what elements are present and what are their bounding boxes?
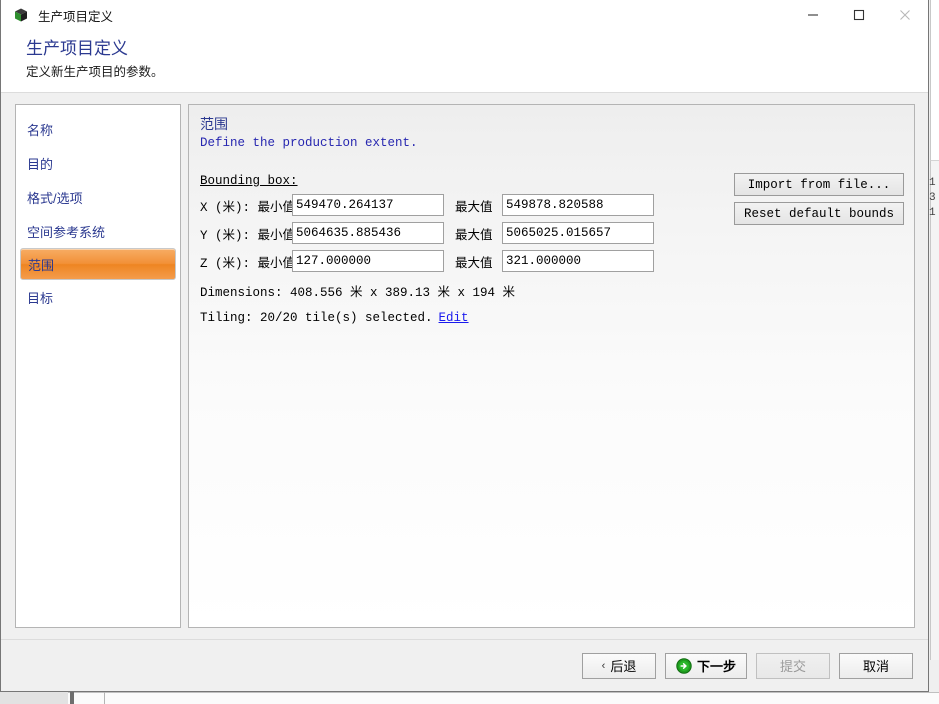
cancel-button[interactable]: 取消 [839,653,913,679]
background-window-right-top [930,0,939,160]
bounding-box-row-z: Z (米): 最小值 最大值 [200,250,902,272]
reset-default-bounds-button[interactable]: Reset default bounds [734,202,904,225]
background-divider-secondary [104,692,105,704]
z-min-input[interactable] [292,250,444,272]
panel-subtitle: Define the production extent. [200,134,902,152]
bounding-box-row-y: Y (米): 最小值 最大值 [200,222,902,244]
production-definition-dialog: 生产项目定义 生产项目定义 定义新生产项目的参数。 名称 目的 [0,0,929,692]
maximize-button[interactable] [836,0,882,30]
sidebar-item-format-options[interactable]: 格式/选项 [16,180,180,214]
window-controls [790,0,928,30]
page-subtitle: 定义新生产项目的参数。 [26,62,928,82]
sidebar-item-purpose[interactable]: 目的 [16,146,180,180]
x-min-input[interactable] [292,194,444,216]
background-window-right-body [930,160,939,660]
extent-side-buttons: Import from file... Reset default bounds [734,173,904,225]
sidebar-item-label: 范围 [28,255,54,274]
sidebar-item-label: 格式/选项 [27,188,83,207]
sidebar-item-label: 空间参考系统 [27,222,105,241]
minimize-button[interactable] [790,0,836,30]
chevron-left-icon: ‹ [602,660,606,672]
back-button-label: 后退 [610,656,636,675]
max-label-x: 最大值 [444,196,502,215]
sidebar-item-label: 名称 [27,120,53,139]
title-bar: 生产项目定义 [1,0,928,30]
sidebar-item-spatial-reference-system[interactable]: 空间参考系统 [16,214,180,248]
dimensions-text: Dimensions: 408.556 米 x 389.13 米 x 194 米 [200,281,902,300]
window-title: 生产项目定义 [38,6,113,25]
back-button[interactable]: ‹ 后退 [582,653,656,679]
extent-panel: 范围 Define the production extent. Boundin… [188,104,915,628]
background-window-bottom-strip [0,692,939,704]
dialog-header: 生产项目定义 定义新生产项目的参数。 [1,30,928,93]
y-min-input[interactable] [292,222,444,244]
background-taskbar-tab [0,692,68,704]
tiling-row: Tiling: 20/20 tile(s) selected. Edit [200,311,902,325]
axis-label-z: Z (米): 最小值 [200,252,292,271]
cube-icon [12,6,30,24]
dialog-body: 名称 目的 格式/选项 空间参考系统 范围 目标 范围 Define the p… [1,93,928,628]
max-label-y: 最大值 [444,224,502,243]
max-label-z: 最大值 [444,252,502,271]
page-title: 生产项目定义 [26,36,928,62]
close-button[interactable] [882,0,928,30]
sidebar-item-label: 目标 [27,288,53,307]
tiling-edit-link[interactable]: Edit [439,311,469,325]
submit-button: 提交 [756,653,830,679]
sidebar-item-target[interactable]: 目标 [16,280,180,314]
axis-label-y: Y (米): 最小值 [200,224,292,243]
z-max-input[interactable] [502,250,654,272]
y-max-input[interactable] [502,222,654,244]
wizard-step-sidebar: 名称 目的 格式/选项 空间参考系统 范围 目标 [15,104,181,628]
next-button[interactable]: 下一步 [665,653,747,679]
import-from-file-button[interactable]: Import from file... [734,173,904,196]
sidebar-item-name[interactable]: 名称 [16,112,180,146]
next-arrow-icon [676,658,692,674]
axis-label-x: X (米): 最小值 [200,196,292,215]
dialog-footer: ‹ 后退 下一步 提交 取消 [1,639,928,691]
background-text-fragment: 1 3 1 [929,176,936,221]
next-button-label: 下一步 [697,656,736,675]
sidebar-item-label: 目的 [27,154,53,173]
panel-title: 范围 [200,114,902,134]
background-divider [70,692,74,704]
x-max-input[interactable] [502,194,654,216]
tiling-text: Tiling: 20/20 tile(s) selected. [200,311,433,325]
sidebar-item-extent[interactable]: 范围 [20,248,176,280]
